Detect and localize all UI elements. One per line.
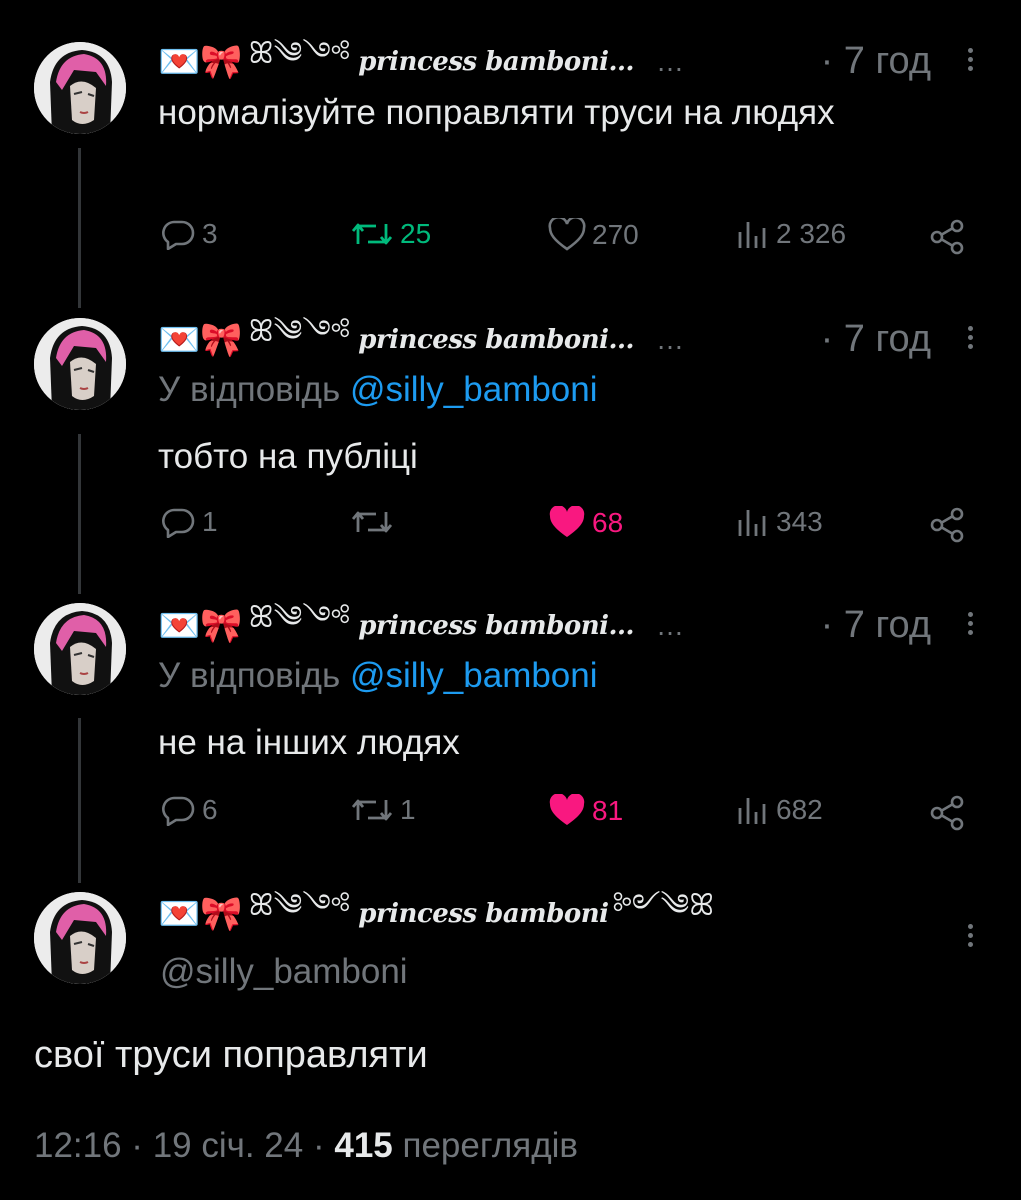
views-count: 343 (776, 506, 823, 537)
avatar[interactable] (34, 42, 126, 134)
tweet-timestamp[interactable]: 12:16 · 19 січ. 24 · (34, 1126, 325, 1165)
tweet-text: нормалізуйте поправляти труси на людях (158, 93, 835, 132)
emoji-badges: 💌🎀 (158, 321, 243, 359)
tweet-meta: 12:16 · 19 січ. 24 · 415 переглядів (34, 1126, 578, 1166)
share-icon (930, 795, 964, 831)
name-ellipsis: … (656, 46, 684, 77)
author-name-row[interactable]: 💌🎀 ꕤ༄༺ princess bamboni… … (158, 310, 684, 370)
reply-to-handle[interactable]: @silly_bamboni (350, 370, 598, 409)
like-button[interactable]: 81 (548, 794, 623, 828)
retweet-button[interactable]: 1 (350, 794, 416, 826)
avatar[interactable] (34, 603, 126, 695)
name-ellipsis: … (656, 610, 684, 641)
reply-count: 6 (202, 794, 218, 825)
tweet-time[interactable]: · 7 год (821, 40, 931, 83)
views-icon (738, 798, 766, 824)
reply-icon (162, 220, 195, 250)
reply-to-line: У відповідь @silly_bamboni (158, 370, 598, 410)
retweet-icon (351, 799, 393, 821)
emoji-badges: 💌🎀 (158, 895, 243, 933)
views-button[interactable]: 2 326 (736, 218, 846, 250)
tweet-time[interactable]: · 7 год (821, 604, 931, 647)
share-icon (930, 507, 964, 543)
tweet-text: не на інших людях (158, 723, 460, 762)
reply-prefix: У відповідь (158, 370, 341, 409)
tweet-text: тобто на публіці (158, 437, 418, 476)
reply-icon (162, 508, 195, 538)
reply-button[interactable]: 1 (160, 506, 218, 538)
tweet-time[interactable]: · 7 год (821, 318, 931, 361)
heart-icon (548, 218, 586, 251)
reply-to-line: У відповідь @silly_bamboni (158, 656, 598, 696)
reply-prefix: У відповідь (158, 656, 341, 695)
emoji-badges: 💌🎀 (158, 607, 243, 645)
retweet-count: 1 (400, 794, 416, 825)
tweet-actions: 6 1 81 682 (0, 794, 1021, 844)
author-name-row[interactable]: 💌🎀 ꕤ༄༺ princess bamboni ༻༄ꕤ (158, 884, 718, 944)
views-count: 682 (776, 794, 823, 825)
views-label: переглядів (402, 1126, 579, 1165)
more-icon[interactable] (965, 920, 975, 951)
share-icon (930, 219, 964, 255)
reply-button[interactable]: 6 (160, 794, 218, 826)
more-icon[interactable] (965, 608, 975, 639)
retweet-button[interactable] (350, 506, 400, 538)
more-icon[interactable] (965, 44, 975, 75)
author-name-row[interactable]: 💌🎀 ꕤ༄༺ princess bamboni… … (158, 32, 684, 92)
views-count: 415 (334, 1126, 393, 1165)
reply-count: 3 (202, 218, 218, 249)
share-button[interactable] (928, 794, 972, 832)
retweet-count: 25 (400, 218, 432, 249)
like-button[interactable]: 270 (548, 218, 639, 252)
name-flourish: ꕤ༄༺ (248, 888, 351, 923)
tweet-text: свої труси поправляти (34, 1034, 428, 1076)
views-icon (738, 510, 766, 536)
author-name-row[interactable]: 💌🎀 ꕤ༄༺ princess bamboni… … (158, 596, 684, 656)
like-count: 68 (592, 507, 624, 538)
like-count: 81 (592, 795, 624, 826)
reply-count: 1 (202, 506, 218, 537)
name-flourish: ༻༄ꕤ (612, 888, 715, 923)
avatar[interactable] (34, 892, 126, 984)
display-name[interactable]: princess bamboni… (358, 611, 634, 641)
tweet-actions: 1 68 343 (0, 506, 1021, 556)
share-button[interactable] (928, 506, 972, 544)
share-button[interactable] (928, 218, 972, 256)
like-count: 270 (592, 219, 639, 250)
retweet-button[interactable]: 25 (350, 218, 431, 250)
display-name[interactable]: princess bamboni… (358, 47, 634, 77)
views-button[interactable]: 343 (736, 506, 823, 538)
views-icon (738, 222, 766, 248)
retweet-icon (351, 511, 393, 533)
display-name[interactable]: princess bamboni… (358, 325, 634, 355)
reply-button[interactable]: 3 (160, 218, 218, 250)
views-button[interactable]: 682 (736, 794, 823, 826)
tweet-actions: 3 25 270 2 326 (0, 218, 1021, 268)
display-name[interactable]: princess bamboni (358, 899, 609, 929)
retweet-icon (351, 223, 393, 245)
emoji-badges: 💌🎀 (158, 43, 243, 81)
author-handle[interactable]: @silly_bamboni (160, 952, 408, 992)
reply-to-handle[interactable]: @silly_bamboni (350, 656, 598, 695)
reply-icon (162, 796, 195, 826)
views-count: 2 326 (776, 218, 847, 249)
more-icon[interactable] (965, 322, 975, 353)
like-button[interactable]: 68 (548, 506, 623, 540)
heart-icon (549, 794, 585, 825)
name-ellipsis: … (656, 324, 684, 355)
avatar[interactable] (34, 318, 126, 410)
heart-icon (549, 506, 585, 537)
